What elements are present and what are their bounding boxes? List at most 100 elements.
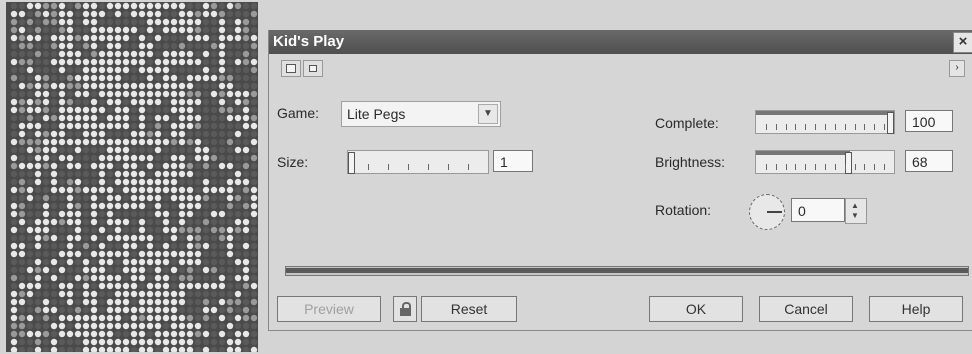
peg (186, 66, 194, 74)
peg (122, 298, 130, 306)
peg (122, 50, 130, 58)
reset-button[interactable]: Reset (421, 296, 517, 322)
peg (58, 346, 66, 352)
peg (250, 130, 258, 138)
brightness-input[interactable]: 68 (905, 150, 953, 172)
peg (226, 34, 234, 42)
cancel-button[interactable]: Cancel (759, 296, 853, 322)
close-icon[interactable]: × (953, 32, 972, 53)
size-slider[interactable] (347, 150, 489, 174)
peg (226, 170, 234, 178)
peg (82, 242, 90, 250)
complete-input[interactable]: 100 (905, 110, 953, 132)
peg (98, 250, 106, 258)
dropdown-arrow-icon[interactable]: ▼ (478, 104, 498, 124)
peg (210, 234, 218, 242)
brightness-slider-thumb[interactable] (845, 152, 852, 174)
ok-button[interactable]: OK (649, 296, 743, 322)
peg (250, 322, 258, 330)
peg (250, 114, 258, 122)
peg (242, 226, 250, 234)
peg (218, 74, 226, 82)
peg (186, 218, 194, 226)
peg (130, 50, 138, 58)
peg (138, 98, 146, 106)
peg (234, 306, 242, 314)
help-button[interactable]: Help (869, 296, 963, 322)
peg (146, 130, 154, 138)
complete-slider-thumb[interactable] (887, 112, 894, 134)
peg (154, 314, 162, 322)
peg (162, 210, 170, 218)
peg (10, 130, 18, 138)
peg (210, 226, 218, 234)
peg (74, 58, 82, 66)
peg (50, 314, 58, 322)
peg (138, 330, 146, 338)
peg (106, 58, 114, 66)
rotation-dial-icon[interactable] (749, 194, 785, 230)
peg (242, 178, 250, 186)
peg (58, 26, 66, 34)
game-select[interactable]: Lite Pegs ▼ (341, 101, 501, 127)
expand-icon[interactable]: › (949, 60, 965, 77)
peg (218, 154, 226, 162)
peg (162, 66, 170, 74)
peg (90, 338, 98, 346)
peg (18, 146, 26, 154)
preview-pane-icon[interactable] (281, 60, 301, 77)
peg (162, 98, 170, 106)
peg (162, 226, 170, 234)
peg (250, 162, 258, 170)
peg (106, 274, 114, 282)
peg (178, 338, 186, 346)
single-pane-icon[interactable] (303, 60, 323, 77)
peg (42, 122, 50, 130)
peg (34, 122, 42, 130)
peg (226, 234, 234, 242)
peg (162, 274, 170, 282)
peg (50, 202, 58, 210)
peg (50, 154, 58, 162)
peg (26, 138, 34, 146)
peg (58, 234, 66, 242)
peg (162, 258, 170, 266)
peg (130, 66, 138, 74)
peg (106, 282, 114, 290)
peg (58, 194, 66, 202)
peg (218, 170, 226, 178)
size-slider-thumb[interactable] (348, 152, 355, 174)
peg (154, 18, 162, 26)
peg (130, 282, 138, 290)
size-input[interactable]: 1 (493, 150, 533, 172)
title-bar[interactable]: Kid's Play × (269, 30, 972, 54)
peg (154, 274, 162, 282)
peg (50, 90, 58, 98)
game-label: Game: (277, 105, 320, 121)
spinner-arrows-icon[interactable]: ▲ ▼ (845, 198, 867, 224)
peg (106, 290, 114, 298)
peg (194, 50, 202, 58)
peg (210, 210, 218, 218)
preview-button[interactable]: Preview (277, 296, 381, 322)
peg (178, 106, 186, 114)
rotation-input[interactable]: 0 (791, 198, 845, 222)
peg (106, 82, 114, 90)
peg (10, 314, 18, 322)
brightness-slider[interactable] (755, 150, 895, 174)
peg (50, 98, 58, 106)
lock-icon[interactable] (393, 296, 417, 322)
peg (42, 26, 50, 34)
complete-slider[interactable] (755, 110, 895, 134)
peg (154, 34, 162, 42)
peg (162, 178, 170, 186)
slider-tick (825, 124, 826, 130)
peg (34, 98, 42, 106)
peg (202, 98, 210, 106)
peg (210, 266, 218, 274)
peg (10, 82, 18, 90)
peg (178, 146, 186, 154)
peg (74, 194, 82, 202)
peg (130, 306, 138, 314)
peg (170, 226, 178, 234)
